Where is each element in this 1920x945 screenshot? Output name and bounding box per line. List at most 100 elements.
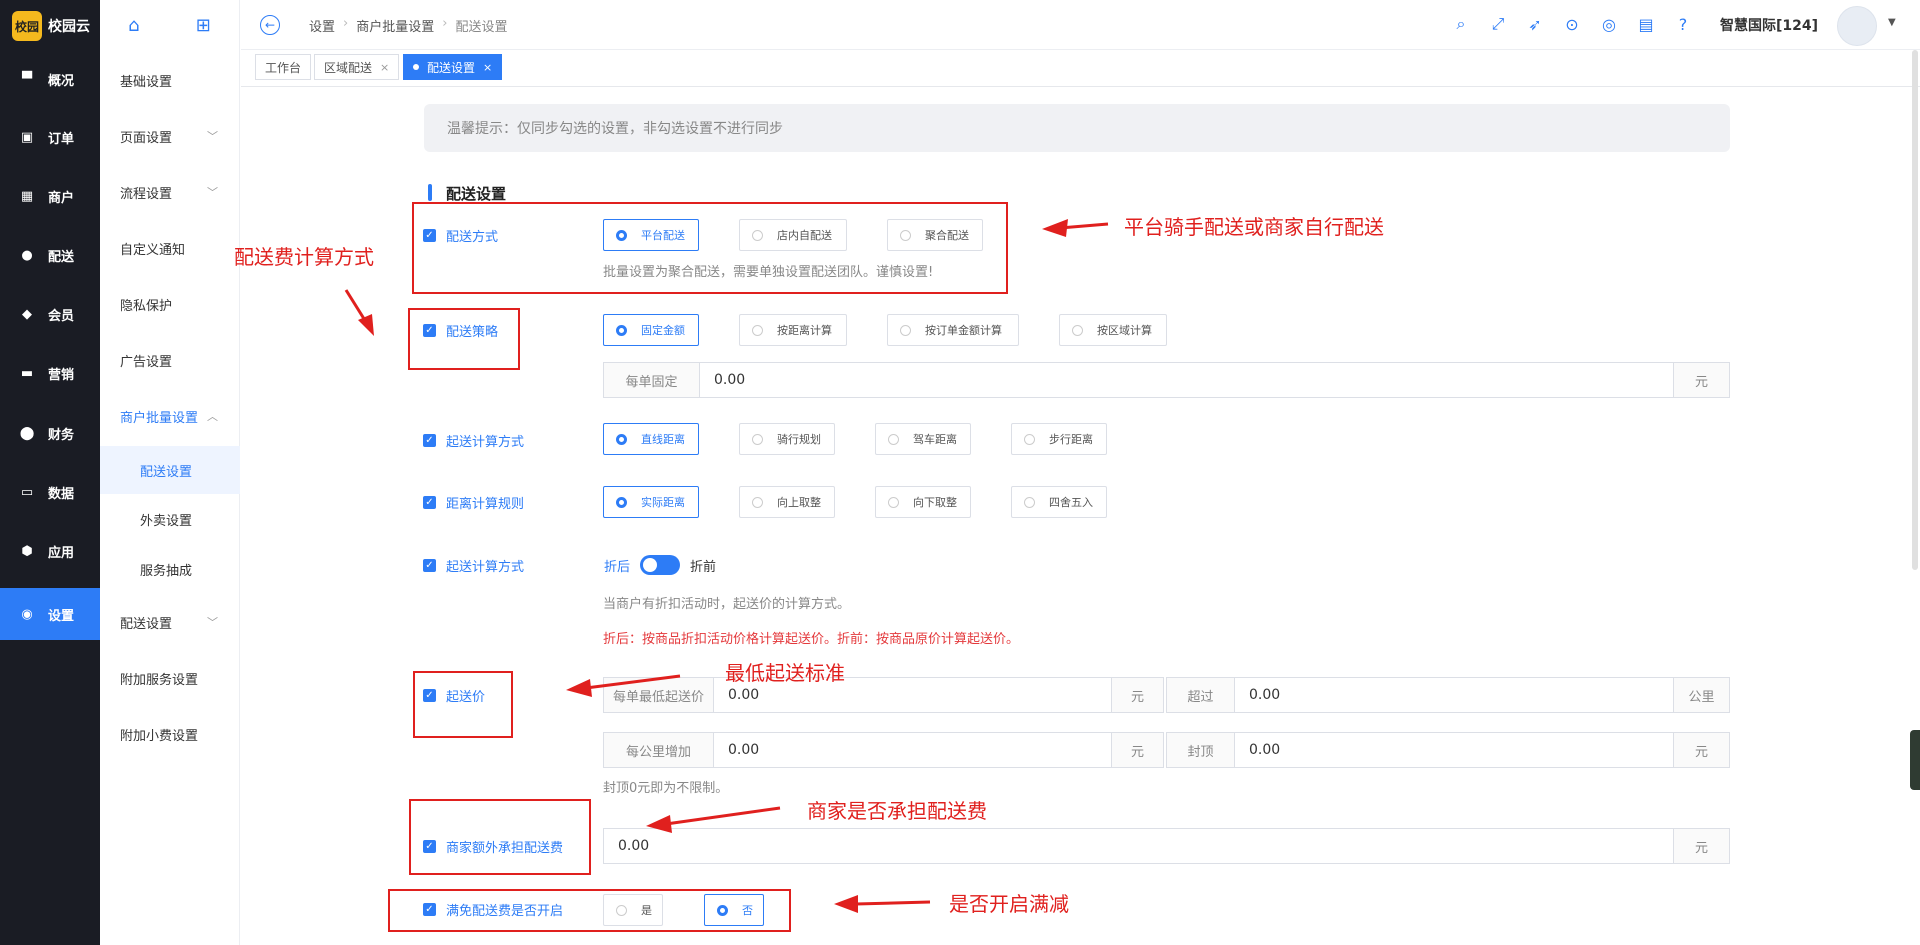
- nav-item-data[interactable]: ▭ 数据: [0, 467, 100, 517]
- option-by-amount[interactable]: 按订单金额计算: [887, 314, 1019, 346]
- subnav-commission[interactable]: 服务抽成: [100, 547, 240, 591]
- tab-delivery-settings[interactable]: 配送设置 ×: [403, 54, 503, 80]
- help-icon[interactable]: ?: [1673, 14, 1693, 34]
- close-icon[interactable]: ×: [483, 61, 492, 74]
- shop-icon: ▦: [20, 188, 34, 204]
- nav-item-finance[interactable]: ⬤ 财务: [0, 408, 100, 458]
- section-title: 配送设置: [428, 183, 506, 204]
- data-icon: ▭: [20, 484, 34, 500]
- grid-icon[interactable]: ⊞: [196, 15, 211, 36]
- fixed-amount-field[interactable]: 每单固定 0.00 元: [603, 362, 1730, 398]
- search-icon[interactable]: ⌕: [1451, 14, 1471, 34]
- chevron-down-icon: ﹀: [207, 616, 218, 629]
- distance-rule-checkbox[interactable]: ✓ 距离计算规则: [423, 493, 524, 512]
- annotation-box: [409, 799, 591, 875]
- chevron-up-icon: ︿: [207, 410, 218, 423]
- user-name[interactable]: 智慧国际[124]: [1720, 15, 1818, 35]
- subnav-privacy[interactable]: 隐私保护: [100, 282, 240, 326]
- start-price-calc-checkbox[interactable]: ✓ 起送计算方式: [423, 556, 524, 575]
- option-by-area[interactable]: 按区域计算: [1059, 314, 1167, 346]
- fullscreen-icon[interactable]: ⤢: [1488, 14, 1508, 34]
- monitor-icon: ▀: [22, 71, 32, 87]
- delivery-icon: ●: [21, 247, 33, 263]
- main-sidebar: 校园 校园云 ▀ 概况 ▣ 订单 ▦ 商户 ● 配送 ◆ 会员 ▬ 营销 ⬤ 财务 ▭ 数据 ⬢…: [0, 0, 100, 945]
- order-icon: ▣: [20, 129, 34, 145]
- app-icon: ⬢: [21, 543, 33, 559]
- option-fixed[interactable]: 固定金额: [603, 314, 699, 346]
- screen-icon[interactable]: ▤: [1636, 14, 1656, 34]
- cap-hint: 封顶0元即为不限制。: [603, 781, 729, 796]
- annotation-text: 是否开启满减: [949, 892, 1069, 916]
- nav-item-marketing[interactable]: ▬ 营销: [0, 348, 100, 398]
- option-ride[interactable]: 骑行规划: [739, 423, 835, 455]
- over-km-field[interactable]: 超过 0.00 公里: [1166, 677, 1730, 713]
- option-round[interactable]: 四舍五入: [1011, 486, 1107, 518]
- per-km-field[interactable]: 每公里增加 0.00 元: [603, 732, 1164, 768]
- option-actual[interactable]: 实际距离: [603, 486, 699, 518]
- finance-icon: ⬤: [19, 425, 35, 441]
- subnav-page[interactable]: 页面设置 ﹀: [100, 114, 240, 158]
- breadcrumb: 设置 › 商户批量设置 › 配送设置: [309, 16, 508, 35]
- merchant-extra-field[interactable]: 0.00 元: [603, 828, 1730, 864]
- tab-area-delivery[interactable]: 区域配送 ×: [314, 54, 400, 80]
- start-calc-checkbox[interactable]: ✓ 起送计算方式: [423, 431, 524, 450]
- checkbox-checked-icon: ✓: [423, 496, 436, 509]
- subnav-ads[interactable]: 广告设置: [100, 338, 240, 382]
- option-straight[interactable]: 直线距离: [603, 423, 699, 455]
- brand-logo: 校园 校园云: [12, 11, 90, 41]
- avatar[interactable]: [1837, 6, 1877, 46]
- tab-bar: 工作台 区域配送 × 配送设置 ×: [241, 51, 1920, 87]
- nav-item-merchants[interactable]: ▦ 商户: [0, 171, 100, 221]
- annotation-box: [388, 889, 791, 932]
- annotation-box: [408, 308, 520, 370]
- eye-icon[interactable]: ◎: [1599, 14, 1619, 34]
- brand-name: 校园云: [48, 19, 90, 35]
- back-icon[interactable]: ←: [260, 15, 280, 35]
- rocket-icon[interactable]: ➶: [1525, 14, 1545, 34]
- option-floor[interactable]: 向下取整: [875, 486, 971, 518]
- side-handle[interactable]: [1910, 730, 1920, 790]
- min-start-price-field[interactable]: 每单最低起送价 0.00 元: [603, 677, 1164, 713]
- download-icon[interactable]: ⊙: [1562, 14, 1582, 34]
- home-icon[interactable]: ⌂: [128, 15, 139, 36]
- annotation-box: [413, 671, 513, 738]
- discount-toggle[interactable]: [640, 555, 681, 575]
- logo-icon: 校园: [12, 11, 42, 41]
- annotation-box: [412, 202, 1008, 294]
- subnav-extra-service[interactable]: 附加服务设置: [100, 656, 240, 700]
- nav-item-overview[interactable]: ▀ 概况: [0, 54, 100, 104]
- subnav-delivery-settings[interactable]: 配送设置: [100, 446, 240, 494]
- toggle-hint-red: 折后：按商品折扣活动价格计算起送价。折前：按商品原价计算起送价。: [603, 632, 1020, 647]
- subnav-notify[interactable]: 自定义通知: [100, 226, 240, 270]
- annotation-text: 最低起送标准: [725, 661, 845, 685]
- subnav-flow[interactable]: 流程设置 ﹀: [100, 170, 240, 214]
- nav-item-members[interactable]: ◆ 会员: [0, 289, 100, 339]
- annotation-text: 商家是否承担配送费: [807, 799, 987, 823]
- option-by-distance[interactable]: 按距离计算: [739, 314, 847, 346]
- notice-banner: 温馨提示：仅同步勾选的设置，非勾选设置不进行同步: [424, 104, 1730, 152]
- checkbox-checked-icon: ✓: [423, 434, 436, 447]
- subnav-takeout[interactable]: 外卖设置: [100, 497, 240, 541]
- nav-item-apps[interactable]: ⬢ 应用: [0, 526, 100, 576]
- annotation-text: 配送费计算方式: [234, 245, 374, 269]
- active-dot-icon: [413, 64, 419, 70]
- option-walk[interactable]: 步行距离: [1011, 423, 1107, 455]
- subnav-basic[interactable]: 基础设置: [100, 58, 240, 102]
- nav-item-delivery[interactable]: ● 配送: [0, 230, 100, 280]
- subnav-delivery[interactable]: 配送设置 ﹀: [100, 600, 240, 644]
- cap-field[interactable]: 封顶 0.00 元: [1166, 732, 1730, 768]
- close-icon[interactable]: ×: [380, 61, 389, 74]
- caret-down-icon[interactable]: ▼: [1888, 17, 1896, 28]
- subnav-merchant-batch[interactable]: 商户批量设置 ︿: [100, 394, 240, 438]
- option-drive[interactable]: 驾车距离: [875, 423, 971, 455]
- subnav-tip[interactable]: 附加小费设置: [100, 712, 240, 756]
- tab-workbench[interactable]: 工作台: [255, 54, 312, 80]
- chevron-down-icon: ﹀: [207, 186, 218, 199]
- member-icon: ◆: [22, 306, 32, 322]
- scrollbar[interactable]: [1912, 50, 1918, 570]
- nav-item-settings[interactable]: ◉ 设置: [0, 588, 100, 640]
- option-ceil[interactable]: 向上取整: [739, 486, 835, 518]
- sub-sidebar: ⌂ ⊞ 基础设置 页面设置 ﹀ 流程设置 ﹀ 自定义通知 隐私保护 广告设置 商户批…: [100, 0, 240, 945]
- nav-item-orders[interactable]: ▣ 订单: [0, 112, 100, 162]
- settings-icon: ◉: [21, 606, 33, 622]
